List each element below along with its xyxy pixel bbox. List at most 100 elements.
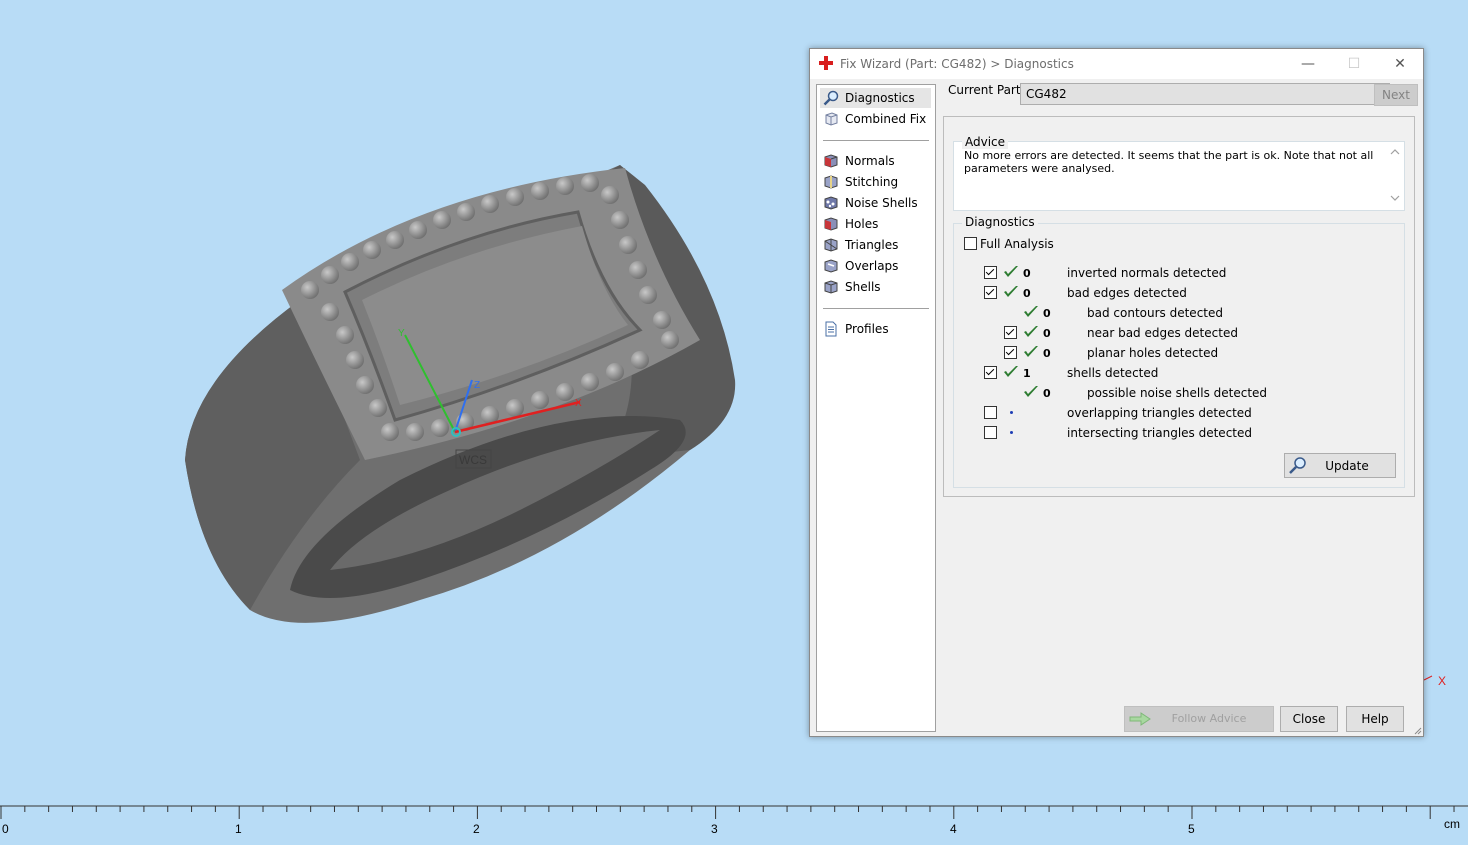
row-label: intersecting triangles detected — [1067, 426, 1252, 440]
row-count: 0 — [1023, 267, 1031, 280]
nav-label: Combined Fix — [845, 112, 927, 126]
row-checkbox[interactable] — [984, 366, 997, 379]
row-count: 0 — [1043, 327, 1051, 340]
diagnostics-title: Diagnostics — [962, 215, 1038, 229]
green-check-icon — [1004, 286, 1018, 297]
nav-item-combined-fix[interactable]: Combined Fix — [820, 109, 931, 129]
nav-label: Diagnostics — [845, 91, 915, 105]
row-checkbox[interactable] — [984, 266, 997, 279]
close-window-button[interactable]: ✕ — [1377, 49, 1423, 79]
wcs-label: WCS — [459, 453, 487, 467]
cube-triangle-icon — [824, 238, 838, 252]
cube-noise-icon — [824, 196, 838, 210]
update-label: Update — [1325, 459, 1369, 473]
row-label: bad edges detected — [1067, 286, 1187, 300]
fix-wizard-dialog: Fix Wizard (Part: CG482) > Diagnostics —… — [809, 48, 1424, 737]
row-checkbox[interactable] — [984, 426, 997, 439]
row-label: overlapping triangles detected — [1067, 406, 1252, 420]
axis-y-label: Y — [398, 328, 405, 339]
row-checkbox[interactable] — [984, 286, 997, 299]
green-check-icon — [1004, 266, 1018, 277]
cube-red-icon — [824, 154, 838, 168]
ruler-label-0: 0 — [2, 822, 9, 836]
close-button[interactable]: Close — [1280, 706, 1338, 732]
nav-label: Holes — [845, 217, 879, 231]
ruler-label-4: 4 — [950, 822, 957, 836]
nav-item-profiles[interactable]: Profiles — [820, 319, 931, 339]
ruler-label-3: 3 — [711, 822, 718, 836]
nav-label: Triangles — [845, 238, 899, 252]
row-count: 0 — [1043, 387, 1051, 400]
row-count: 0 — [1043, 347, 1051, 360]
corner-axis-label: X — [1438, 674, 1446, 688]
resize-grip-icon[interactable] — [1412, 725, 1422, 735]
nav-separator — [823, 308, 929, 309]
nav-separator — [823, 140, 929, 141]
nav-label: Shells — [845, 280, 881, 294]
cube-hole-icon — [824, 217, 838, 231]
status-dot-icon — [1010, 411, 1013, 414]
nav-item-triangles[interactable]: Triangles — [820, 235, 931, 255]
row-label: possible noise shells detected — [1087, 386, 1268, 400]
full-analysis-label: Full Analysis — [980, 237, 1054, 251]
green-check-icon — [1024, 306, 1038, 317]
advice-scrollbar[interactable] — [1388, 144, 1402, 206]
status-dot-icon — [1010, 431, 1013, 434]
ruler-unit: cm — [1444, 817, 1460, 831]
row-label: bad contours detected — [1087, 306, 1223, 320]
minimize-button[interactable]: — — [1285, 49, 1331, 79]
cube-shells-icon — [824, 280, 838, 294]
nav-item-stitching[interactable]: Stitching — [820, 172, 931, 192]
maximize-button: ☐ — [1347, 56, 1361, 72]
axis-z-label: Z — [474, 380, 480, 391]
nav-label: Overlaps — [845, 259, 899, 273]
current-part-value: CG482 — [1026, 87, 1067, 101]
follow-advice-button: Follow Advice — [1124, 706, 1274, 732]
row-count: 0 — [1043, 307, 1051, 320]
advice-text: No more errors are detected. It seems th… — [964, 149, 1374, 175]
current-part-select[interactable]: CG482 — [1020, 83, 1390, 105]
ruler-ticks — [0, 805, 1468, 819]
nav-item-noise-shells[interactable]: Noise Shells — [820, 193, 931, 213]
current-part-label: Current Part: — [948, 83, 1025, 97]
magnifier-icon — [823, 90, 839, 106]
nav-label: Stitching — [845, 175, 899, 189]
ruler-label-1: 1 — [235, 822, 242, 836]
update-button[interactable]: Update — [1284, 453, 1396, 478]
row-label: shells detected — [1067, 366, 1159, 380]
green-check-icon — [1024, 326, 1038, 337]
cube-wire-icon — [825, 112, 838, 126]
nav-item-shells[interactable]: Shells — [820, 277, 931, 297]
green-check-icon — [1024, 346, 1038, 357]
cube-stitch-icon — [824, 175, 838, 189]
title-bar[interactable]: Fix Wizard (Part: CG482) > Diagnostics —… — [810, 49, 1423, 79]
next-button: Next — [1374, 84, 1418, 106]
nav-label: Normals — [845, 154, 895, 168]
ruler: 0 1 2 3 4 5 cm — [0, 805, 1468, 842]
green-check-icon — [1024, 386, 1038, 397]
nav-item-holes[interactable]: Holes — [820, 214, 931, 234]
follow-advice-label: Follow Advice — [1171, 712, 1247, 725]
row-label: planar holes detected — [1087, 346, 1219, 360]
row-count: 1 — [1023, 367, 1031, 380]
row-count: 0 — [1023, 287, 1031, 300]
full-analysis-checkbox[interactable] — [964, 237, 977, 250]
row-label: inverted normals detected — [1067, 266, 1227, 280]
help-button[interactable]: Help — [1346, 706, 1404, 732]
row-checkbox[interactable] — [1004, 326, 1017, 339]
nav-item-normals[interactable]: Normals — [820, 151, 931, 171]
green-check-icon — [1004, 366, 1018, 377]
advice-group: No more errors are detected. It seems th… — [953, 141, 1405, 211]
cube-overlap-icon — [824, 259, 838, 273]
document-icon — [825, 321, 837, 337]
nav-label: Noise Shells — [845, 196, 918, 210]
advice-title: Advice — [962, 135, 1009, 149]
red-cross-icon — [819, 56, 833, 70]
row-checkbox[interactable] — [984, 406, 997, 419]
nav-item-diagnostics[interactable]: Diagnostics — [820, 88, 931, 108]
dialog-title: Fix Wizard (Part: CG482) > Diagnostics — [840, 57, 1074, 71]
row-checkbox[interactable] — [1004, 346, 1017, 359]
row-label: near bad edges detected — [1087, 326, 1238, 340]
nav-item-overlaps[interactable]: Overlaps — [820, 256, 931, 276]
ruler-label-5: 5 — [1188, 822, 1195, 836]
